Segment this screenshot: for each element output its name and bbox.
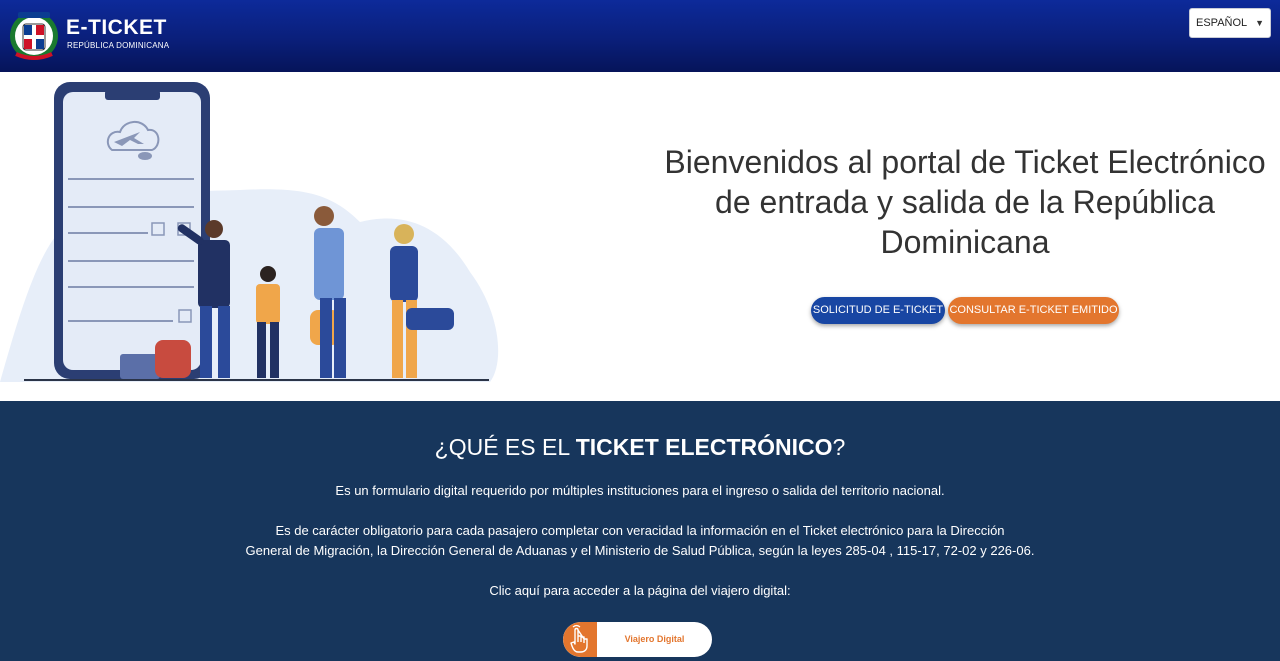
travelers-phone-illustration	[0, 82, 499, 382]
consultar-eticket-button[interactable]: CONSULTAR E-TICKET EMITIDO	[948, 297, 1119, 324]
hero-heading: Bienvenidos al portal de Ticket Electrón…	[664, 144, 1266, 260]
section-title-prefix: ¿QUÉ ES EL	[434, 434, 576, 460]
brand-title: E-TICKET	[66, 16, 167, 39]
hero-section: Bienvenidos al portal de Ticket Electrón…	[0, 72, 1280, 401]
brand-subtitle: REPÚBLICA DOMINICANA	[67, 41, 170, 50]
obligation-paragraph: Es de carácter obligatorio para cada pas…	[0, 521, 1280, 561]
viajero-digital-label: Viajero Digital	[624, 634, 685, 644]
language-value: ESPAÑOL	[1196, 17, 1248, 29]
viajero-digital-button[interactable]: Viajero Digital	[563, 622, 712, 657]
coat-of-arms-icon[interactable]	[6, 6, 62, 62]
section-title-suffix: ?	[832, 434, 846, 460]
language-select[interactable]: ESPAÑOL ▼	[1189, 8, 1271, 38]
section-title-bold: TICKET ELECTRÓNICO	[575, 434, 833, 460]
viajero-prompt: Clic aquí para acceder a la página del v…	[489, 583, 791, 598]
solicitud-eticket-button[interactable]: SOLICITUD DE E-TICKET	[811, 297, 945, 324]
top-header: E-TICKET REPÚBLICA DOMINICANA ESPAÑOL ▼	[0, 0, 1280, 72]
pointing-hand-icon	[563, 622, 597, 657]
obligation-line-2: General de Migración, la Dirección Gener…	[245, 543, 1035, 558]
description-paragraph: Es un formulario digital requerido por m…	[335, 483, 945, 498]
chevron-down-icon: ▼	[1255, 18, 1264, 28]
obligation-line-1: Es de carácter obligatorio para cada pas…	[275, 523, 1005, 538]
section-title: ¿QUÉ ES EL TICKET ELECTRÓNICO?	[0, 434, 1280, 461]
info-section: ¿QUÉ ES EL TICKET ELECTRÓNICO? Es un for…	[0, 401, 1280, 661]
